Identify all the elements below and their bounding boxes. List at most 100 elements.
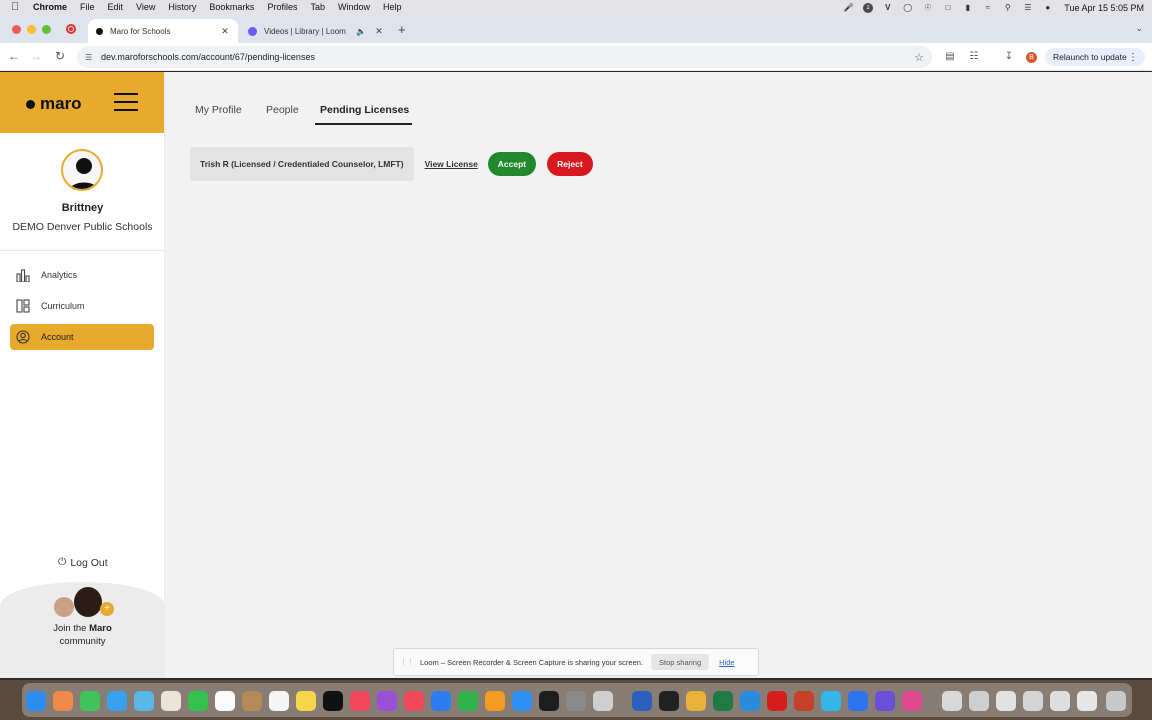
messages-icon[interactable] [80,691,100,711]
compass-icon[interactable]: ☉ [922,3,933,12]
reading-list-icon[interactable]: ▤ [944,51,956,63]
recent-window-icon[interactable] [1023,691,1043,711]
join-community-link[interactable]: Join the Maro community [0,622,165,648]
calendar-icon[interactable] [215,691,235,711]
downloads-icon[interactable]: ↧ [1003,51,1015,63]
chrome-icon[interactable] [686,691,706,711]
numbers-icon[interactable] [458,691,478,711]
menu-file[interactable]: File [80,0,95,15]
menu-bookmarks[interactable]: Bookmarks [209,0,254,15]
profile-avatar[interactable]: B [1026,52,1037,63]
menu-edit[interactable]: Edit [108,0,124,15]
microphone-icon[interactable]: 🎤 [843,3,854,12]
recent-window-icon[interactable] [1077,691,1097,711]
site-info-icon[interactable]: ☰ [85,53,94,62]
siri-icon[interactable]: ● [1042,3,1053,12]
imovie-icon[interactable] [875,691,895,711]
tab-maro-for-schools[interactable]: Maro for Schools ✕ [88,19,238,43]
canva-icon[interactable] [821,691,841,711]
excel-icon[interactable] [713,691,733,711]
tab-search-chevron-icon[interactable]: ⌄ [1135,23,1143,34]
extensions-icon[interactable]: ☷ [968,51,980,63]
close-tab-icon[interactable]: ✕ [372,26,386,37]
tab-people[interactable]: People [266,104,299,116]
app-store-icon[interactable] [512,691,532,711]
new-tab-button[interactable]: + [398,22,406,37]
recent-window-icon[interactable] [1050,691,1070,711]
close-tab-icon[interactable]: ✕ [218,26,232,37]
address-bar[interactable]: ☰ dev.maroforschools.com/account/67/pend… [77,46,932,68]
menu-view[interactable]: View [136,0,155,15]
safari-icon[interactable] [740,691,760,711]
recent-window-icon[interactable] [996,691,1016,711]
recent-window-icon[interactable] [969,691,989,711]
logout-button[interactable]: ⏻ Log Out [58,556,108,569]
tab-pending-licenses[interactable]: Pending Licenses [320,104,409,116]
close-window-button[interactable] [12,25,21,34]
stop-sharing-button[interactable]: Stop sharing [651,654,710,670]
menu-profiles[interactable]: Profiles [267,0,297,15]
preview-icon[interactable] [593,691,613,711]
relaunch-to-update-button[interactable]: Relaunch to update ⋮ [1045,48,1145,66]
sidebar-item-curriculum[interactable]: Curriculum [10,293,154,319]
sidebar-item-analytics[interactable]: Analytics [10,262,154,288]
photos-icon[interactable] [161,691,181,711]
drag-handle-icon[interactable]: ⋮⋮ [400,658,414,666]
pages-icon[interactable] [485,691,505,711]
control-center-icon[interactable]: ☰ [1022,3,1033,12]
maro-logo[interactable]: maro [26,94,82,114]
music-icon[interactable] [350,691,370,711]
battery-icon[interactable]: ▮ [962,3,973,12]
powerpoint-icon[interactable] [794,691,814,711]
tab-my-profile[interactable]: My Profile [195,104,242,116]
launchpad-icon[interactable] [53,691,73,711]
menubar-clock[interactable]: Tue Apr 15 5:05 PM [1064,3,1144,13]
url-text[interactable]: dev.maroforschools.com/account/67/pendin… [101,52,315,62]
podcasts-icon[interactable] [377,691,397,711]
figma-icon[interactable] [539,691,559,711]
sidebar-item-account[interactable]: Account [10,324,154,350]
more-menu-icon[interactable]: ⋮ [1128,52,1138,63]
wifi-icon[interactable]: ≈ [982,3,993,12]
notes-icon[interactable] [296,691,316,711]
tab-loom-library[interactable]: Videos | Library | Loom 🔈 ✕ [242,19,392,43]
menu-history[interactable]: History [168,0,196,15]
accept-button[interactable]: Accept [487,152,537,176]
system-settings-icon[interactable] [566,691,586,711]
hide-sharing-bar-link[interactable]: Hide [719,658,734,667]
hamburger-menu-icon[interactable] [114,93,138,117]
zoom-icon[interactable] [848,691,868,711]
user-avatar[interactable] [61,149,103,191]
trash-icon[interactable] [1106,691,1126,711]
bookmark-star-icon[interactable]: ☆ [914,51,924,64]
recent-window-icon[interactable] [942,691,962,711]
maps-icon[interactable] [134,691,154,711]
forward-button[interactable]: → [28,49,44,63]
status-circle-icon[interactable]: ◯ [902,3,913,12]
vectorworks-icon[interactable]: V [882,3,893,12]
mail-icon[interactable] [107,691,127,711]
reminders-icon[interactable] [269,691,289,711]
contacts-icon[interactable] [242,691,262,711]
terminal-icon[interactable] [659,691,679,711]
view-license-link[interactable]: View License [425,159,478,169]
word-icon[interactable] [632,691,652,711]
zoom-status-icon[interactable]: z [863,2,874,13]
minimize-window-button[interactable] [27,25,36,34]
reject-button[interactable]: Reject [547,152,593,176]
spotlight-search-icon[interactable]: ⚲ [1002,3,1013,12]
display-icon[interactable]: □ [942,3,953,12]
menu-app-name[interactable]: Chrome [33,0,67,15]
apple-tv-icon[interactable] [323,691,343,711]
acrobat-icon[interactable] [767,691,787,711]
menu-tab[interactable]: Tab [310,0,325,15]
fullscreen-window-button[interactable] [42,25,51,34]
menu-help[interactable]: Help [383,0,402,15]
news-icon[interactable] [404,691,424,711]
finder-icon[interactable] [26,691,46,711]
facetime-icon[interactable] [188,691,208,711]
back-button[interactable]: ← [6,49,22,63]
keynote-icon[interactable] [431,691,451,711]
speaker-icon[interactable]: 🔈 [356,27,366,36]
reload-button[interactable]: ↻ [52,49,68,63]
